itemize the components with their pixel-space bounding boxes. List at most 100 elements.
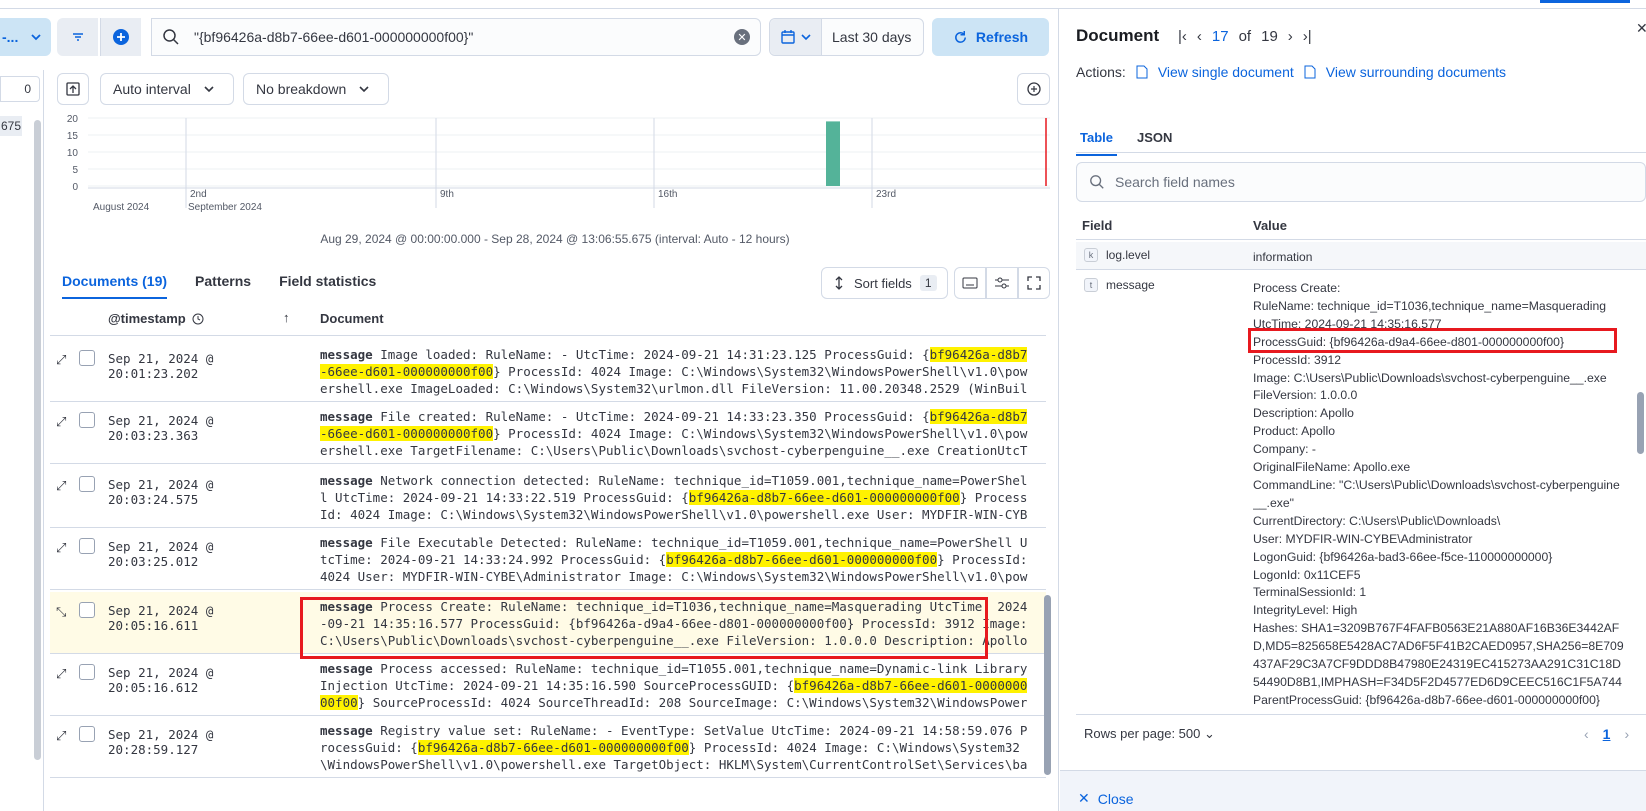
- chevron-down-icon: ⌄: [1203, 726, 1215, 741]
- export-icon: [66, 82, 80, 96]
- search-icon: [1090, 175, 1104, 189]
- row-checkbox[interactable]: [79, 726, 95, 742]
- flyout-actions: Actions: View single document View surro…: [1076, 64, 1506, 80]
- interval-select[interactable]: Auto interval: [100, 73, 234, 105]
- view-single-document-link[interactable]: View single document: [1158, 64, 1294, 80]
- message-line: Description: Apollo: [1253, 406, 1354, 421]
- column-document[interactable]: Document: [320, 311, 384, 326]
- tab-documents[interactable]: Documents (19): [62, 273, 168, 299]
- sort-fields-button[interactable]: Sort fields 1: [821, 267, 948, 299]
- message-line: Product: Apollo: [1253, 424, 1335, 439]
- row-checkbox[interactable]: [79, 664, 95, 680]
- flyout-close-bar: [1060, 770, 1646, 811]
- close-icon: ✕: [1078, 790, 1090, 806]
- date-picker[interactable]: Last 30 days: [769, 18, 924, 56]
- row-document: message File created: RuleName: - UtcTim…: [320, 408, 1034, 459]
- message-line: TerminalSessionId: 1: [1253, 585, 1367, 600]
- keyboard-icon: [962, 277, 978, 289]
- first-page-icon[interactable]: |‹: [1178, 28, 1187, 45]
- message-key: message: [320, 535, 373, 550]
- expand-row-icon[interactable]: ⤢: [56, 478, 66, 494]
- histogram-chart: 0 5 10 15 20 2nd 9th 16th 23rd August 2024 Septemb…: [67, 114, 1050, 213]
- message-line: FileVersion: 1.0.0.0: [1253, 388, 1358, 403]
- field-search-input[interactable]: Search field names: [1115, 174, 1235, 190]
- page-number[interactable]: 1: [1603, 726, 1611, 742]
- annotation-highlight-row: [300, 597, 988, 659]
- row-checkbox[interactable]: [79, 476, 95, 492]
- field-row-log-level[interactable]: k log.level information: [1076, 242, 1646, 270]
- flyout-scrollbar[interactable]: [1637, 392, 1644, 454]
- view-surrounding-documents-link[interactable]: View surrounding documents: [1326, 64, 1506, 80]
- column-value: Value: [1253, 218, 1287, 233]
- prev-page-icon[interactable]: ‹: [1197, 28, 1202, 45]
- keyboard-shortcuts-button[interactable]: [954, 267, 986, 299]
- data-view-picker[interactable]: -...: [0, 18, 51, 56]
- query-search-bar[interactable]: "{bf96426a-d8b7-66ee-d601-000000000f00}"…: [151, 18, 761, 56]
- close-button[interactable]: ✕ Close: [1078, 790, 1134, 807]
- row-checkbox[interactable]: [79, 350, 95, 366]
- row-timestamp: Sep 21, 2024 @ 20:05:16.612: [108, 665, 214, 695]
- hide-chart-button[interactable]: [57, 73, 89, 105]
- x-month-label: August 2024: [93, 202, 150, 213]
- chevron-down-icon: [800, 34, 811, 41]
- breakdown-select[interactable]: No breakdown: [243, 73, 389, 105]
- table-row[interactable]: ⤢ Sep 21, 2024 @ 20:01:23.202 message Imag…: [50, 340, 1046, 402]
- prev-icon[interactable]: ‹: [1584, 726, 1589, 742]
- message-line: OriginalFileName: Apollo.exe: [1253, 460, 1411, 475]
- clock-icon: [192, 313, 204, 324]
- discover-app: -... "{bf96426a-d8b7-66ee-d601-000000000…: [0, 0, 1646, 811]
- close-label: Close: [1097, 790, 1134, 807]
- expand-row-icon[interactable]: ⤢: [56, 666, 66, 682]
- table-row[interactable]: ⤢ Sep 21, 2024 @ 20:03:24.575 message Netw…: [50, 466, 1046, 528]
- expand-row-icon[interactable]: ⤢: [56, 728, 66, 744]
- column-timestamp[interactable]: @timestamp: [108, 311, 204, 326]
- refresh-button[interactable]: Refresh: [932, 18, 1049, 56]
- row-timestamp: Sep 21, 2024 @ 20:28:59.127: [108, 727, 214, 757]
- expand-row-icon[interactable]: ⤡: [56, 604, 66, 620]
- expand-row-icon[interactable]: ⤢: [56, 540, 66, 556]
- table-row[interactable]: ⤢ Sep 21, 2024 @ 20:05:16.612 message Proc…: [50, 654, 1046, 716]
- table-row[interactable]: ⤢ Sep 21, 2024 @ 20:03:25.012 message File…: [50, 528, 1046, 590]
- sort-icon: [835, 276, 843, 290]
- sort-ascending-icon[interactable]: ↑: [283, 310, 290, 325]
- row-checkbox[interactable]: [79, 602, 95, 618]
- row-document: message Registry value set: RuleName: - …: [320, 722, 1034, 773]
- rows-per-page-select[interactable]: Rows per page: 500 ⌄: [1084, 726, 1215, 742]
- column-timestamp-label: @timestamp: [108, 311, 186, 326]
- add-filter-button[interactable]: [100, 18, 141, 56]
- query-input[interactable]: "{bf96426a-d8b7-66ee-d601-000000000f00}": [194, 29, 734, 45]
- date-range-label[interactable]: Last 30 days: [822, 29, 911, 45]
- table-scrollbar[interactable]: [1044, 595, 1051, 775]
- chart-options-button[interactable]: [1017, 73, 1050, 105]
- expand-row-icon[interactable]: ⤢: [56, 352, 66, 368]
- message-line: LogonGuid: {bf96426a-bad3-66ee-f5ce-1100…: [1253, 549, 1553, 564]
- close-flyout-icon[interactable]: ✕: [1636, 20, 1646, 37]
- chevron-down-icon: [204, 86, 214, 93]
- next-icon[interactable]: ›: [1624, 726, 1629, 742]
- next-page-icon[interactable]: ›: [1288, 28, 1293, 45]
- pager-of: of: [1238, 28, 1252, 45]
- tab-field-statistics[interactable]: Field statistics: [279, 273, 376, 299]
- row-checkbox[interactable]: [79, 538, 95, 554]
- filter-menu-button[interactable]: [57, 18, 98, 56]
- fullscreen-button[interactable]: [1018, 267, 1050, 299]
- expand-row-icon[interactable]: ⤢: [56, 414, 66, 430]
- row-checkbox[interactable]: [79, 412, 95, 428]
- tabs-divider: [1076, 152, 1646, 153]
- calendar-quick-menu[interactable]: [770, 19, 822, 55]
- x-month-label: September 2024: [188, 202, 262, 213]
- settings-sliders-icon: [995, 277, 1009, 289]
- last-page-icon[interactable]: ›|: [1303, 28, 1312, 45]
- message-line: Company: -: [1253, 442, 1316, 457]
- y-tick-label: 15: [67, 131, 79, 142]
- table-row[interactable]: ⤢ Sep 21, 2024 @ 20:03:23.363 message File…: [50, 402, 1046, 464]
- highlighted-guid: bf96426a-d8b7-66ee-d601-000000000f00: [417, 740, 689, 755]
- field-search-box[interactable]: Search field names: [1076, 162, 1646, 202]
- display-settings-button[interactable]: [986, 267, 1018, 299]
- table-row[interactable]: ⤢ Sep 21, 2024 @ 20:28:59.127 message Regi…: [50, 716, 1046, 778]
- total-documents: 19: [1261, 28, 1278, 45]
- flyout-title: Document: [1076, 26, 1160, 45]
- clear-query-icon[interactable]: ✕: [734, 29, 750, 45]
- tab-patterns[interactable]: Patterns: [195, 273, 251, 299]
- sidebar-scrollbar[interactable]: [34, 120, 41, 760]
